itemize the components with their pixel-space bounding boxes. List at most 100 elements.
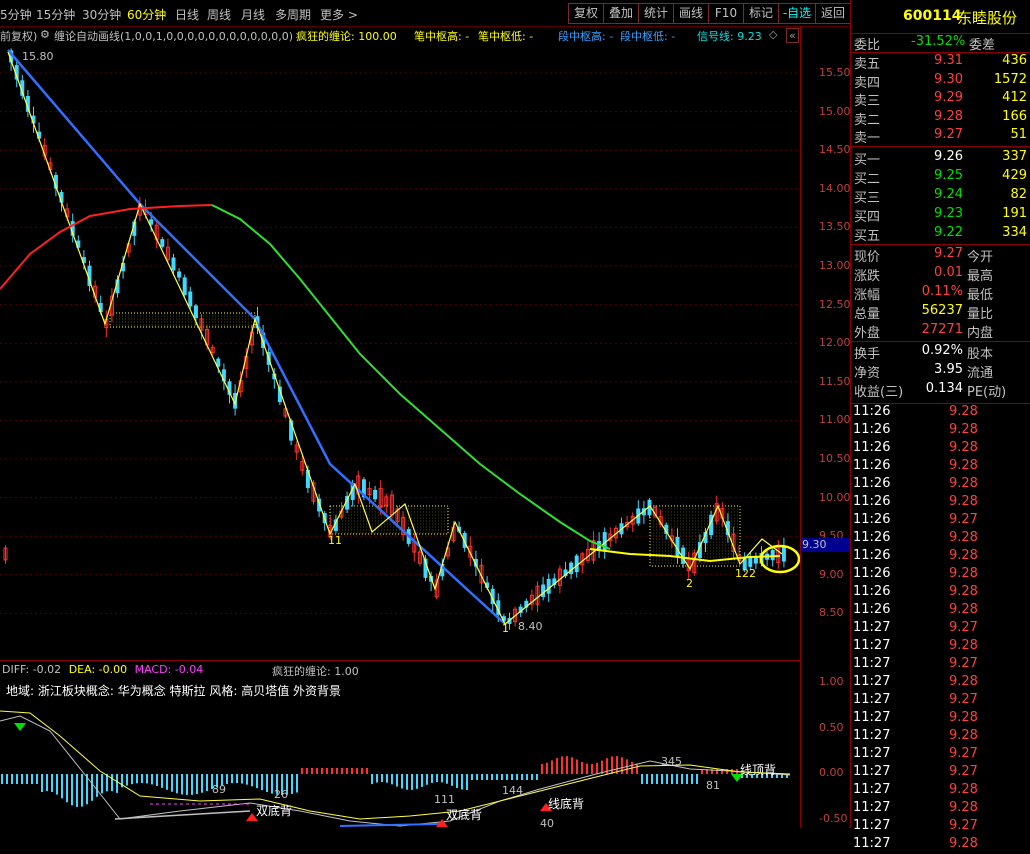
macd-tick: 1.00 xyxy=(819,675,844,688)
quote-row-price: 27271 xyxy=(921,322,963,337)
tick-row: 11:27 9.28 xyxy=(851,638,1030,656)
line-bottom-divergence: 线底背 xyxy=(548,797,585,811)
macd-lines xyxy=(0,710,791,827)
price-tick: 9.00 xyxy=(819,567,844,581)
period-more[interactable]: 更多 > xyxy=(320,6,358,23)
quote-row: 卖一 9.27 51 xyxy=(851,127,1030,146)
mark-button[interactable]: 标记 xyxy=(743,3,779,24)
collapse-icon[interactable]: « xyxy=(786,28,799,43)
tick-row: 11:26 9.28 xyxy=(851,440,1030,458)
quote-row-volume: 82 xyxy=(1010,187,1027,202)
quote-row-price: 9.23 xyxy=(934,206,963,221)
duan-high: 段中枢高: - xyxy=(558,30,614,43)
quote-row-label: 买五 xyxy=(854,229,881,244)
tick-time: 11:26 xyxy=(853,494,891,509)
tick-row: 11:27 9.27 xyxy=(851,620,1030,638)
period-week[interactable]: 周线 xyxy=(207,6,231,23)
period-15min[interactable]: 15分钟 xyxy=(36,6,75,23)
signal-line: 信号线: 9.23 xyxy=(697,30,762,43)
settings-icon[interactable]: ⚙ xyxy=(40,28,50,41)
tick-row: 11:27 9.27 xyxy=(851,764,1030,782)
quote-row-volume: PE(动) xyxy=(967,385,1007,400)
quote-row-volume: 最低 xyxy=(967,288,994,303)
stock-header: 600114 东睦股份 xyxy=(851,0,1030,34)
tick-price: 9.28 xyxy=(949,440,978,455)
tick-time: 11:26 xyxy=(853,530,891,545)
quote-row-price: 9.25 xyxy=(934,168,963,183)
quote-row-volume: 191 xyxy=(1002,206,1027,221)
tick-time: 11:26 xyxy=(853,512,891,527)
macd-label-144: 144 xyxy=(502,784,523,797)
draw-button[interactable]: 画线 xyxy=(673,3,709,24)
price-tick: 13.50 xyxy=(819,220,851,234)
tick-price: 9.28 xyxy=(949,602,978,617)
fuquan-label: 前复权) xyxy=(0,30,38,43)
price-axis: 15.50 15.00 14.50 14.00 13.50 13.00 12.50 12.00… xyxy=(800,26,852,828)
quote-row-volume: 51 xyxy=(1010,127,1027,142)
quote-row-volume: 166 xyxy=(1002,108,1027,124)
macd-tick: 0.50 xyxy=(819,721,844,734)
tick-price: 9.28 xyxy=(949,476,978,491)
price-tick: 14.50 xyxy=(819,143,851,157)
tick-price: 9.28 xyxy=(949,782,978,797)
tick-row: 11:27 9.28 xyxy=(851,674,1030,692)
quote-row-price: 9.29 xyxy=(934,90,963,105)
period-day[interactable]: 日线 xyxy=(175,6,199,23)
back-button[interactable]: 返回 xyxy=(815,3,851,24)
kline-chart[interactable]: 15.80 8.40 11 1 2 122 xyxy=(0,44,800,660)
tick-price: 9.28 xyxy=(949,530,978,545)
quote-row: 卖四 9.30 1572 xyxy=(851,71,1030,91)
quote-row: 涨幅 0.11% 最低 xyxy=(851,284,1030,303)
price-tick: 13.00 xyxy=(819,259,851,272)
stats-button[interactable]: 统计 xyxy=(638,3,674,24)
quote-row-volume: 334 xyxy=(1002,225,1027,240)
quote-row-price: 9.22 xyxy=(934,225,963,240)
macd-label-345: 345 xyxy=(661,755,682,768)
overlay-button[interactable]: 叠加 xyxy=(603,3,639,24)
macd-panel[interactable]: DIFF: -0.02 DEA: -0.00 MACD: -0.04 疯狂的缠论… xyxy=(0,660,800,830)
price-tick: 11.00 xyxy=(819,413,851,427)
tick-row: 11:26 9.28 xyxy=(851,530,1030,548)
tick-row: 11:27 9.28 xyxy=(851,728,1030,746)
quote-row: 总量 56237 量比 xyxy=(851,303,1030,322)
tick-price: 9.28 xyxy=(949,728,978,743)
quote-row: 外盘 27271 内盘 xyxy=(851,322,1030,341)
watchlist-button[interactable]: -自选 xyxy=(778,3,816,24)
period-5min[interactable]: 5分钟 xyxy=(0,6,32,23)
duan-low: 段中枢低: - xyxy=(620,30,676,43)
period-month[interactable]: 月线 xyxy=(241,6,265,23)
quote-row-price: 0.134 xyxy=(925,381,963,396)
tick-row: 11:26 9.28 xyxy=(851,476,1030,494)
quote-row-volume: 股本 xyxy=(967,347,994,362)
quote-row-volume: 1572 xyxy=(993,71,1027,87)
quote-row-label: 卖三 xyxy=(854,94,881,109)
candlesticks xyxy=(3,48,786,630)
tick-row: 11:26 9.28 xyxy=(851,566,1030,584)
tick-price: 9.27 xyxy=(949,746,978,761)
period-30min[interactable]: 30分钟 xyxy=(82,6,121,23)
quote-row-price: 0.01 xyxy=(934,265,963,280)
quote-row-label: 外盘 xyxy=(854,326,881,341)
double-bottom-divergence-1: 双底背 xyxy=(256,804,293,818)
indicator-formula[interactable]: 缠论自动画线(1,0,0,1,0,0,0,0,0,0,0,0,0,0,0,0) xyxy=(54,28,293,44)
tick-time: 11:27 xyxy=(853,620,891,635)
tick-price: 9.28 xyxy=(949,800,978,815)
quote-row-volume: 436 xyxy=(1002,53,1027,68)
tick-time: 11:26 xyxy=(853,422,891,437)
tick-time: 11:27 xyxy=(853,818,891,833)
quote-row-price: 56237 xyxy=(921,303,963,318)
period-60min[interactable]: 60分钟 xyxy=(127,6,166,23)
stock-name: 东睦股份 xyxy=(957,9,1018,27)
quote-row-price: 9.31 xyxy=(934,53,963,68)
f10-button[interactable]: F10 xyxy=(708,3,744,24)
tick-time: 11:27 xyxy=(853,782,891,797)
tick-price: 9.28 xyxy=(949,710,978,725)
price-tick: 12.50 xyxy=(819,297,851,311)
period-multi[interactable]: 多周期 xyxy=(275,6,311,23)
fuquan-button[interactable]: 复权 xyxy=(568,3,604,24)
quote-row-volume: 337 xyxy=(1002,149,1027,164)
tick-row: 11:27 9.27 xyxy=(851,656,1030,674)
quote-row-volume: 量比 xyxy=(967,307,994,322)
tick-row: 11:26 9.28 xyxy=(851,404,1030,422)
macd-label-89: 89 xyxy=(212,783,226,796)
